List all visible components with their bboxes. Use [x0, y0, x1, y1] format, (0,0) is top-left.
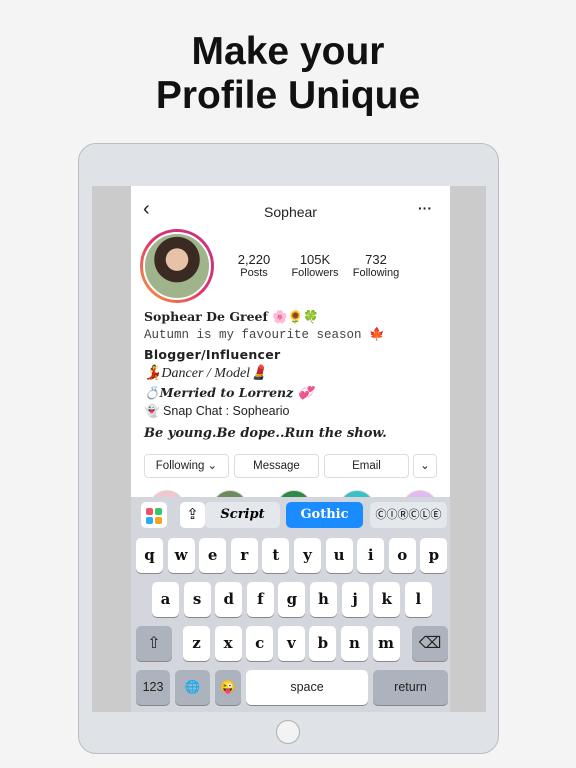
- key[interactable]: a: [152, 582, 179, 617]
- share-icon[interactable]: ⇪: [180, 502, 205, 528]
- keyboard: ⇪ Script Gothic ⒸⒾⓇⒸⓁⒺ qwertyuiop asdfghj…: [131, 497, 450, 712]
- key[interactable]: y: [294, 538, 321, 573]
- profile-app: ‹ Sophear ··· 2,220 Posts 105K Followers 7…: [131, 186, 450, 712]
- bio-line: 👻 Snap Chat : Sophear­io: [144, 404, 290, 418]
- bio-line: Blogger/Influencer: [144, 347, 281, 362]
- ellipsis-icon[interactable]: ···: [418, 200, 432, 216]
- key[interactable]: c: [246, 626, 274, 661]
- bio-line: Be young.Be dope..Run the show.: [144, 426, 387, 441]
- message-button[interactable]: Message: [234, 454, 319, 478]
- key[interactable]: z: [183, 626, 210, 661]
- email-button[interactable]: Email: [324, 454, 409, 478]
- key[interactable]: g: [278, 582, 306, 617]
- key[interactable]: o: [388, 538, 416, 573]
- shift-key[interactable]: ⇧: [136, 626, 172, 661]
- key[interactable]: d: [215, 582, 243, 617]
- bio-line: 💃Dancer / Model💄: [144, 366, 268, 381]
- following-button[interactable]: Following ⌄: [144, 454, 229, 478]
- key[interactable]: q: [136, 538, 163, 573]
- font-script[interactable]: Script: [205, 502, 280, 528]
- numbers-key[interactable]: 123: [136, 670, 170, 705]
- key[interactable]: l: [404, 582, 432, 617]
- font-circle[interactable]: ⒸⒾⓇⒸⓁⒺ: [370, 502, 447, 528]
- key[interactable]: v: [277, 626, 305, 661]
- key[interactable]: u: [325, 538, 353, 573]
- stat-following[interactable]: 732 Following: [341, 252, 411, 279]
- key[interactable]: s: [183, 582, 211, 617]
- more-options-button[interactable]: ⌄: [413, 454, 437, 478]
- key[interactable]: j: [341, 582, 369, 617]
- emoji-key[interactable]: 😜: [215, 670, 241, 705]
- username-title: Sophear: [264, 204, 317, 220]
- key[interactable]: x: [214, 626, 242, 661]
- key[interactable]: b: [309, 626, 337, 661]
- space-key[interactable]: space: [246, 670, 368, 705]
- apps-grid-icon[interactable]: [141, 502, 167, 528]
- key[interactable]: w: [167, 538, 195, 573]
- bio: Sophear De Greef 🌸🌻🍀 Autumn is my favour…: [144, 307, 387, 443]
- bio-name: Sophear De Greef 🌸🌻🍀: [144, 309, 319, 324]
- stat-posts[interactable]: 2,220 Posts: [219, 252, 289, 279]
- stat-followers[interactable]: 105K Followers: [280, 252, 350, 279]
- home-button[interactable]: [276, 720, 300, 744]
- font-gothic[interactable]: Gothic: [286, 502, 363, 528]
- key[interactable]: m: [372, 626, 400, 661]
- bio-line: Autumn is my favourite season 🍁: [144, 328, 385, 342]
- bio-line: 💍Merried to Lorrenz 💞: [144, 385, 314, 400]
- headline-line-1: Make your: [191, 30, 385, 73]
- headline-line-2: Profile Unique: [155, 74, 421, 117]
- key[interactable]: i: [357, 538, 385, 573]
- key[interactable]: h: [310, 582, 337, 617]
- key[interactable]: n: [341, 626, 368, 661]
- key[interactable]: r: [230, 538, 258, 573]
- key[interactable]: e: [199, 538, 227, 573]
- key[interactable]: k: [373, 582, 401, 617]
- delete-key[interactable]: ⌫: [412, 626, 448, 661]
- key[interactable]: p: [420, 538, 448, 573]
- globe-icon[interactable]: 🌐: [175, 670, 210, 705]
- headline: Make your Profile Unique: [0, 30, 576, 118]
- key[interactable]: t: [262, 538, 290, 573]
- avatar[interactable]: [140, 229, 214, 303]
- key[interactable]: f: [246, 582, 274, 617]
- return-key[interactable]: return: [373, 670, 448, 705]
